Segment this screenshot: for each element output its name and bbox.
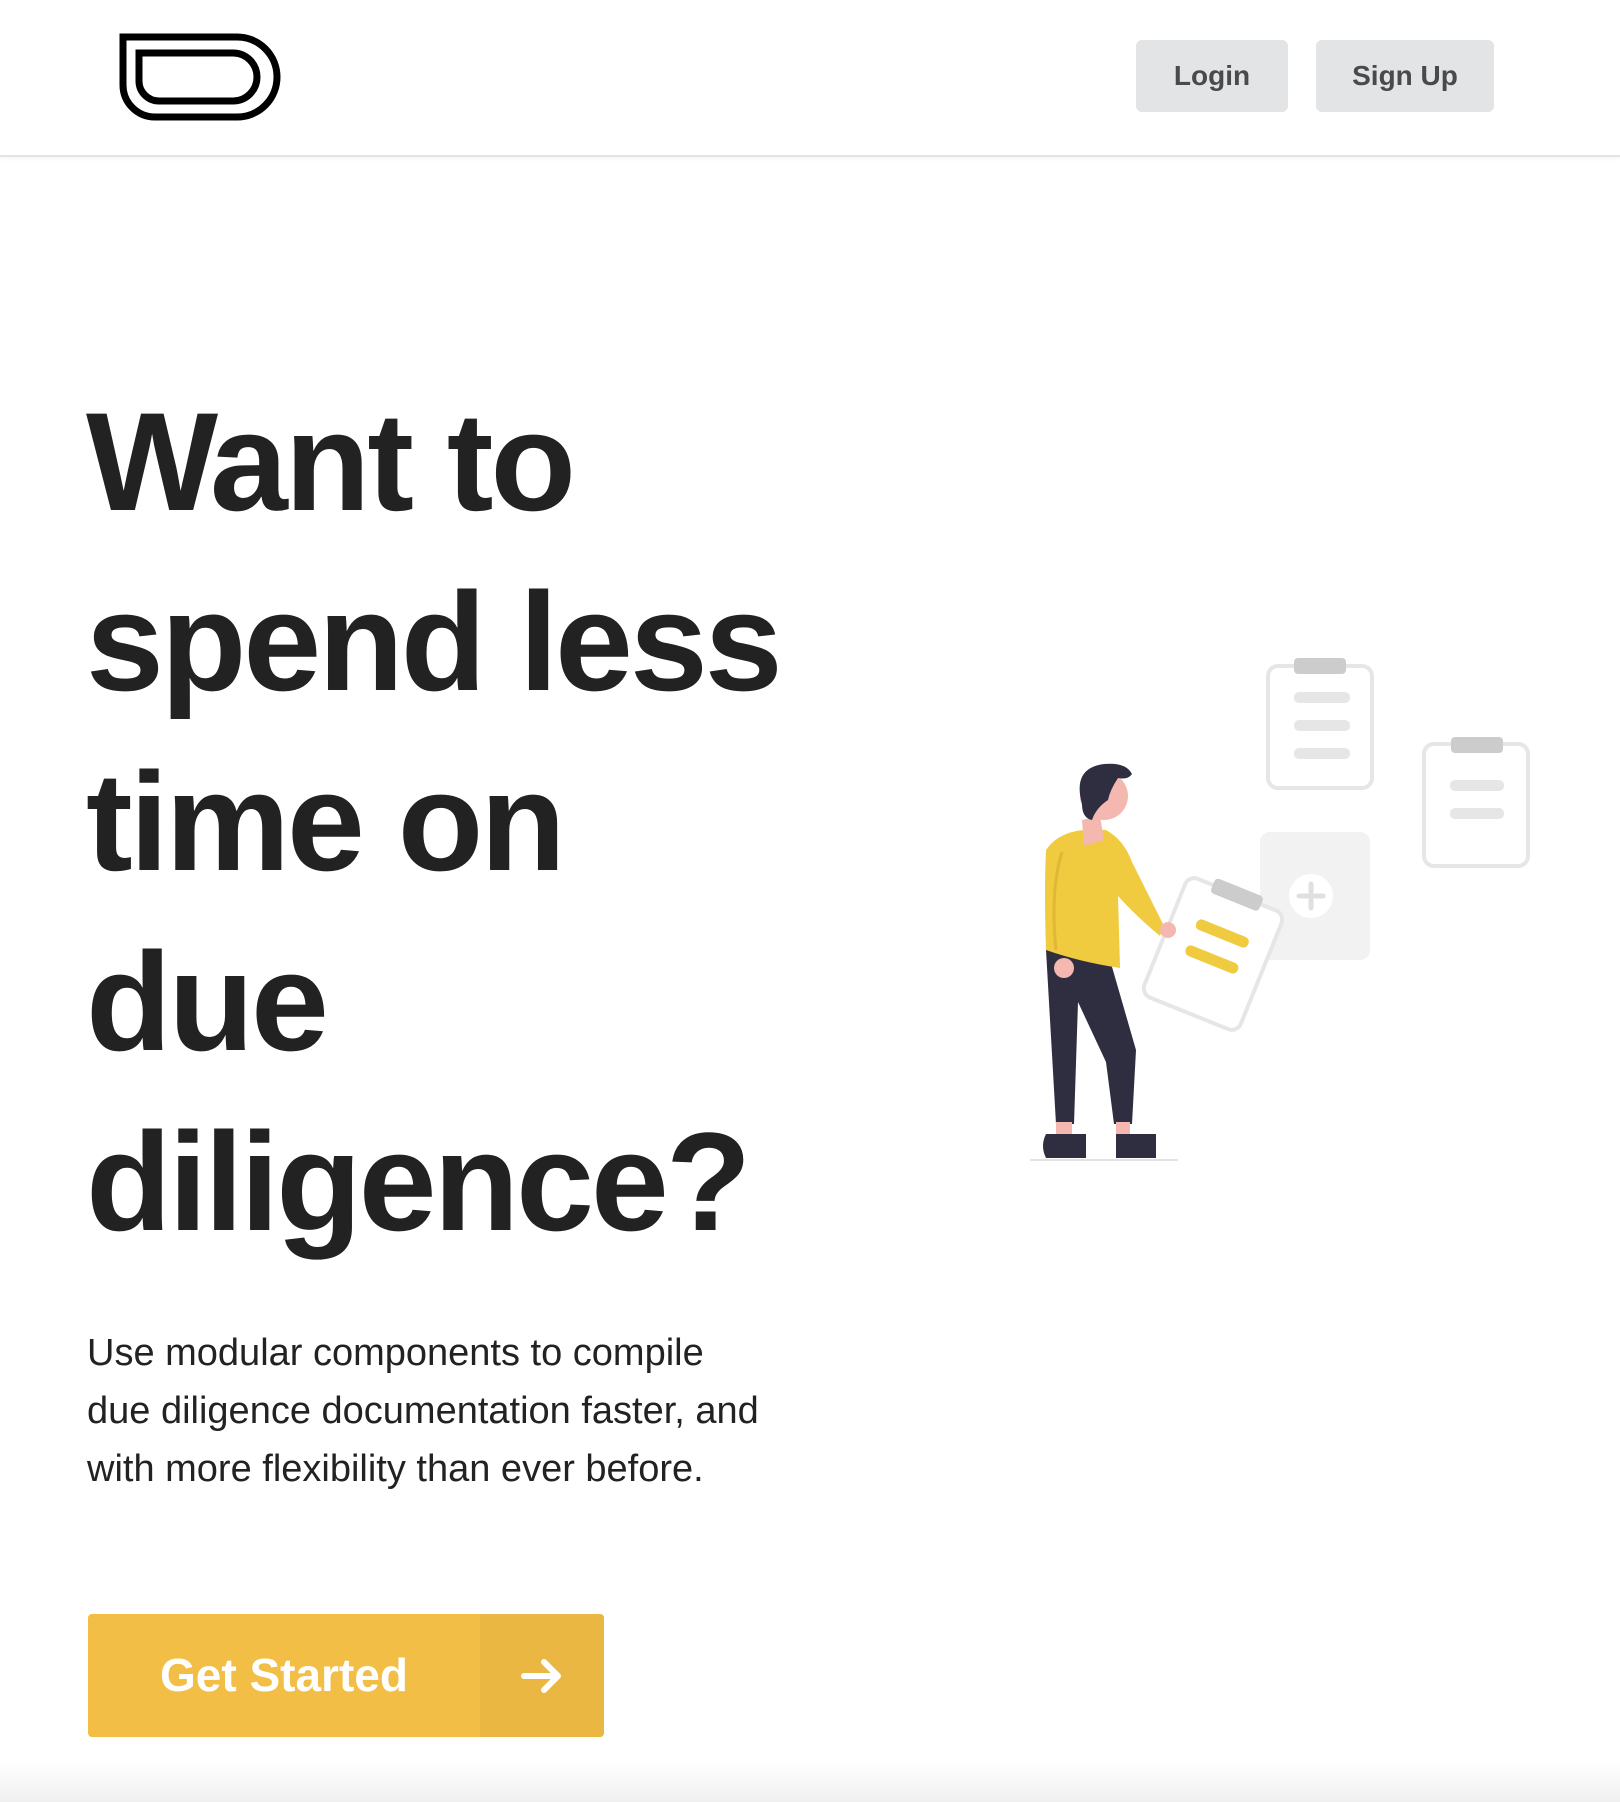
get-started-label: Get Started	[160, 1649, 408, 1701]
get-started-button[interactable]: Get Started	[88, 1614, 604, 1737]
home-logo-link[interactable]	[119, 33, 281, 121]
clipboard-icon	[1422, 737, 1530, 868]
arrow-right-icon	[480, 1614, 604, 1737]
clipboard-icon	[1266, 658, 1374, 790]
bottom-shadow	[0, 1762, 1620, 1802]
hero-title: Want to spend less time on due diligence…	[86, 383, 783, 1260]
login-button[interactable]: Login	[1136, 40, 1288, 112]
hero-subtitle: Use modular components to compile due di…	[87, 1332, 759, 1490]
person-with-clipboards-illustration	[1030, 658, 1530, 1161]
signup-button[interactable]: Sign Up	[1316, 40, 1494, 112]
top-navigation-bar: Login Sign Up	[0, 0, 1620, 157]
rounded-rectangle-logo-icon	[119, 33, 281, 121]
